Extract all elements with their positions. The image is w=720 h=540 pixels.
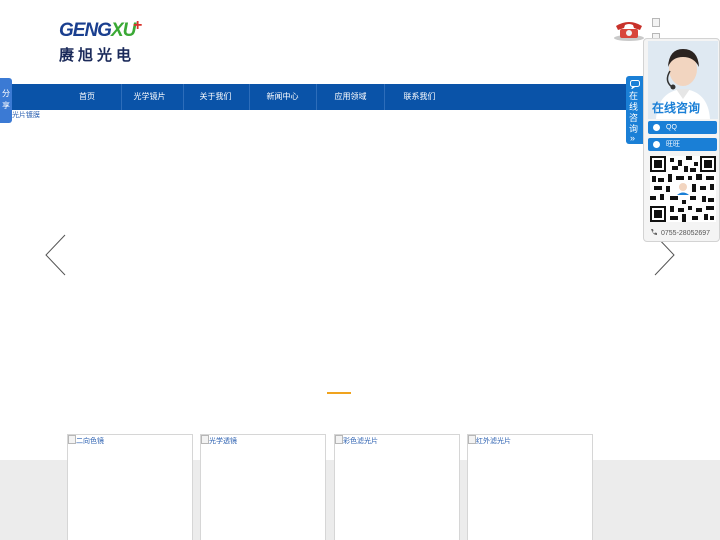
product-card[interactable]: 彩色滤光片 <box>334 434 460 540</box>
share-label: 分享 <box>2 89 10 110</box>
main-nav: 首页 光学镜片 关于我们 新闻中心 应用领域 联系我们 <box>0 84 720 110</box>
nav-contact[interactable]: 联系我们 <box>384 84 454 110</box>
chat-icon <box>630 80 640 89</box>
product-card[interactable]: 红外滤光片 <box>467 434 593 540</box>
product-card[interactable]: 二向色镜 <box>67 434 193 540</box>
qq-button[interactable]: QQ <box>648 121 717 134</box>
consult-title: 在线咨询 <box>652 101 701 115</box>
wangwang-icon <box>653 141 660 148</box>
consult-phone-number: 0755-28052697 <box>661 230 711 237</box>
qr-code <box>650 156 716 222</box>
qq-label: QQ <box>666 124 677 131</box>
product-label: 红外滤光片 <box>476 438 511 445</box>
qq-icon <box>653 124 660 131</box>
phone-icon <box>614 22 644 41</box>
wangwang-button[interactable]: 旺旺 <box>648 138 717 151</box>
broken-image <box>335 435 343 444</box>
broken-image <box>201 435 209 444</box>
share-tab[interactable]: 分享 <box>0 78 12 123</box>
broken-image <box>468 435 476 444</box>
nav-applications[interactable]: 应用领域 <box>316 84 384 110</box>
wangwang-label: 旺旺 <box>666 141 680 148</box>
consult-tab-label: 在线咨询 <box>629 92 639 135</box>
logo-cn: 赓旭光电 <box>59 46 136 64</box>
product-label: 光学透镜 <box>209 438 237 445</box>
consult-tab[interactable]: 在线咨询 » <box>626 76 644 144</box>
product-label: 彩色滤光片 <box>343 438 378 445</box>
page: GENGXU + 赓旭光电 首页 光学镜片 关于我们 新闻中心 应用领域 联系我… <box>0 0 720 540</box>
nav-about-us[interactable]: 关于我们 <box>183 84 247 110</box>
product-card[interactable]: 光学透镜 <box>200 434 326 540</box>
phone-small-icon <box>651 229 657 236</box>
consult-panel: 在线咨询 QQ 旺旺 0755-28052697 <box>643 38 720 242</box>
nav-news[interactable]: 新闻中心 <box>249 84 315 110</box>
broken-image <box>68 435 76 444</box>
nav-home[interactable]: 首页 <box>53 84 121 110</box>
arrow-left-icon[interactable] <box>44 234 68 276</box>
logo-en: GENGXU <box>59 20 136 41</box>
consult-phone: 0755-28052697 <box>650 228 710 237</box>
expand-icon: » <box>630 133 636 143</box>
product-label: 二向色镜 <box>76 438 104 445</box>
nav-optical-lens[interactable]: 光学镜片 <box>121 84 177 110</box>
logo[interactable]: GENGXU + 赓旭光电 <box>59 17 143 64</box>
slide-indicator[interactable] <box>327 392 351 394</box>
service-portrait: 在线咨询 <box>648 41 718 119</box>
logo-plus: + <box>133 17 143 34</box>
broken-image <box>652 18 660 27</box>
banner-image-alt[interactable]: 光片镀膜 <box>12 110 40 120</box>
